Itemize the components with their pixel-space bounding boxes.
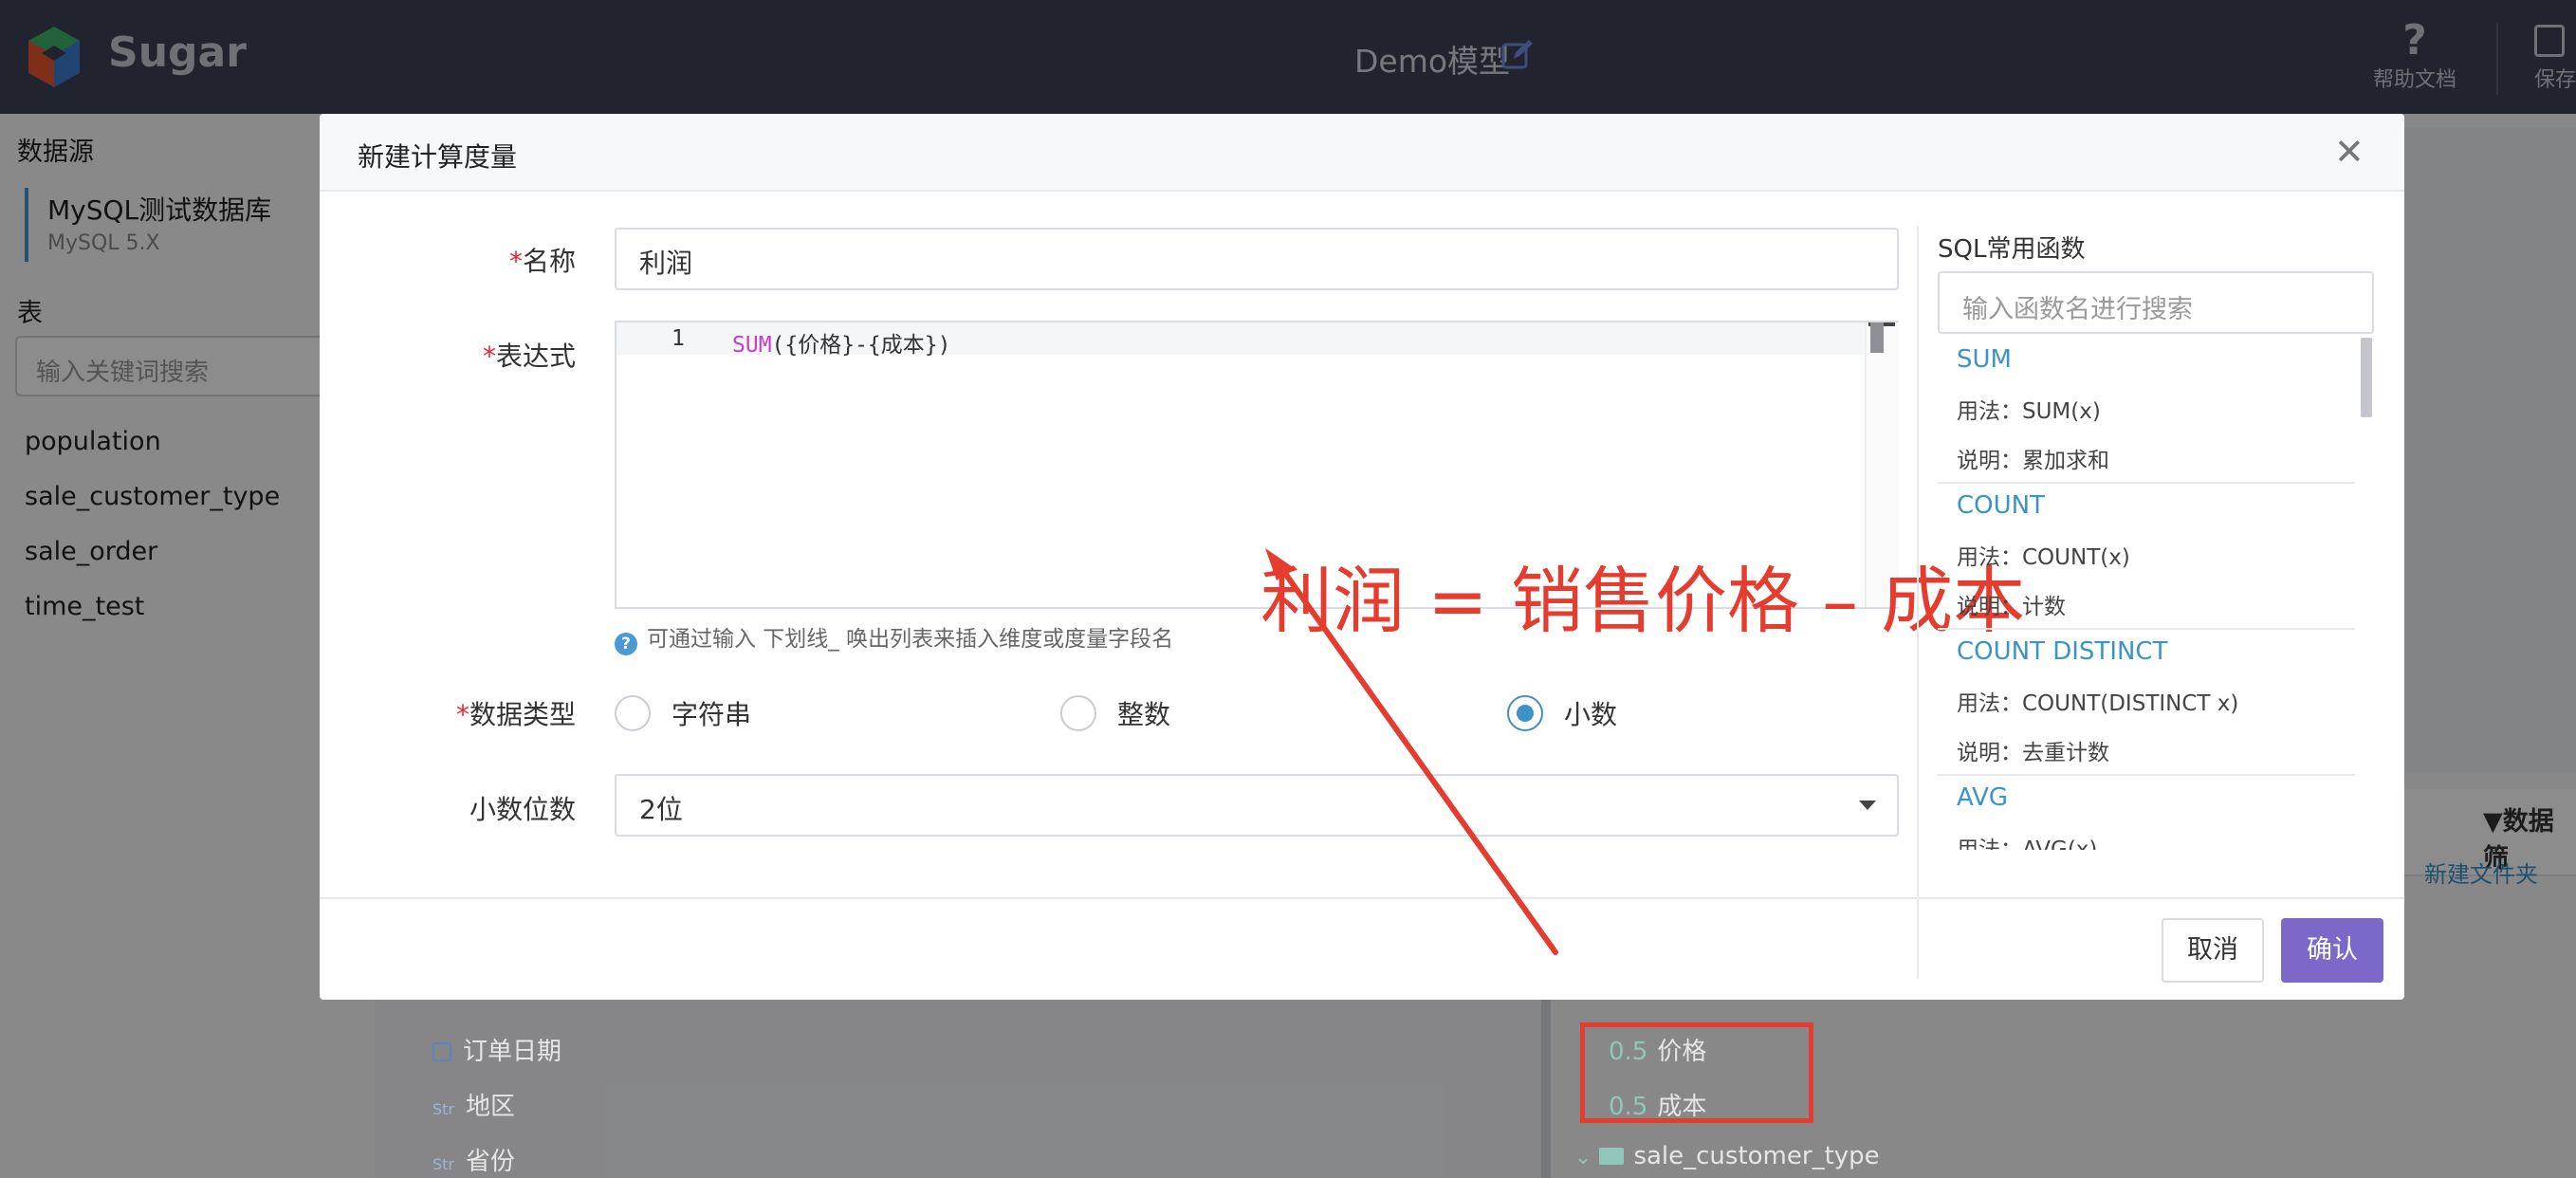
name-label-text: 名称 bbox=[522, 246, 576, 277]
close-icon[interactable]: ✕ bbox=[2334, 133, 2364, 171]
function-name: AVG bbox=[1957, 783, 2009, 812]
decimals-value: 2位 bbox=[639, 794, 683, 825]
dialog-column-divider bbox=[1917, 226, 1919, 979]
field-name: 省份 bbox=[466, 1148, 516, 1176]
field-name: 地区 bbox=[466, 1093, 516, 1121]
function-list[interactable]: SUM 用法：SUM(x) 说明：累加求和 COUNT 用法：COUNT(x) … bbox=[1938, 338, 2378, 850]
hint-text: 可通过输入 下划线_ 唤出列表来插入维度或度量字段名 bbox=[647, 627, 1174, 652]
chevron-down-icon: ⌄ bbox=[1574, 1146, 1592, 1169]
function-name: COUNT bbox=[1957, 491, 2045, 520]
function-desc: 说明：累加求和 bbox=[1957, 449, 2109, 473]
confirm-button[interactable]: 确认 bbox=[2281, 918, 2383, 983]
radio-decimal[interactable]: 小数 bbox=[1507, 692, 1617, 734]
radio-integer[interactable]: 整数 bbox=[1060, 692, 1170, 734]
folder-item[interactable]: ⌄ sale_customer_type bbox=[1574, 1142, 1880, 1170]
function-item[interactable]: COUNT DISTINCT 用法：COUNT(DISTINCT x) 说明：去… bbox=[1938, 630, 2355, 776]
name-label: *名称 bbox=[367, 241, 576, 279]
data-type-label-text: 数据类型 bbox=[469, 699, 576, 730]
code-args: ({价格}-{成本}) bbox=[771, 333, 951, 358]
expression-hint: ? 可通过输入 下划线_ 唤出列表来插入维度或度量字段名 bbox=[615, 620, 1173, 655]
decimals-label: 小数位数 bbox=[469, 794, 576, 825]
function-name: COUNT DISTINCT bbox=[1957, 637, 2168, 666]
required-mark: * bbox=[482, 341, 496, 372]
required-mark: * bbox=[455, 699, 469, 730]
cancel-button[interactable]: 取消 bbox=[2162, 918, 2264, 983]
radio-label: 整数 bbox=[1117, 699, 1171, 730]
field-item[interactable]: Str 地区 bbox=[432, 1087, 515, 1122]
function-desc: 说明：计数 bbox=[1957, 595, 2066, 619]
radio-circle[interactable] bbox=[615, 695, 651, 731]
radio-circle[interactable] bbox=[1060, 695, 1096, 731]
function-usage: 用法：COUNT(x) bbox=[1957, 545, 2130, 570]
field-name: 订单日期 bbox=[463, 1038, 562, 1066]
dialog-footer-divider bbox=[320, 897, 2404, 899]
required-mark: * bbox=[508, 246, 523, 277]
field-item[interactable]: 订单日期 bbox=[432, 1032, 561, 1067]
chevron-down-icon bbox=[1859, 801, 1876, 810]
function-desc: 说明：去重计数 bbox=[1957, 741, 2109, 765]
expression-code[interactable]: SUM({价格}-{成本}) bbox=[732, 326, 950, 359]
folder-icon bbox=[1599, 1148, 1625, 1165]
field-type-tag: Str bbox=[432, 1155, 455, 1173]
line-number: 1 bbox=[672, 326, 685, 351]
function-usage: 用法：COUNT(DISTINCT x) bbox=[1957, 691, 2239, 716]
calendar-icon bbox=[432, 1042, 451, 1061]
radio-label: 字符串 bbox=[672, 699, 752, 730]
dialog-title: 新建计算度量 bbox=[358, 141, 518, 173]
sql-functions-title: SQL常用函数 bbox=[1938, 235, 2086, 264]
data-type-label: *数据类型 bbox=[367, 694, 576, 732]
function-list-scrollbar[interactable] bbox=[2361, 338, 2372, 417]
expression-label-text: 表达式 bbox=[495, 341, 576, 372]
function-search-input[interactable]: 输入函数名进行搜索 bbox=[1938, 271, 2374, 334]
folder-name: sale_customer_type bbox=[1633, 1142, 1880, 1170]
radio-string[interactable]: 字符串 bbox=[615, 692, 751, 734]
info-icon: ? bbox=[615, 633, 637, 655]
function-usage: 用法：AVG(x) bbox=[1957, 837, 2098, 850]
function-item[interactable]: SUM 用法：SUM(x) 说明：累加求和 bbox=[1938, 338, 2355, 484]
dialog-header: 新建计算度量 ✕ bbox=[320, 114, 2404, 192]
code-function: SUM bbox=[732, 333, 772, 358]
highlight-box bbox=[1580, 1022, 1813, 1123]
expression-label: *表达式 bbox=[367, 336, 576, 374]
function-item[interactable]: COUNT 用法：COUNT(x) 说明：计数 bbox=[1938, 484, 2355, 630]
field-item[interactable]: Str 省份 bbox=[432, 1142, 515, 1177]
annotation-text: 利润 = 销售价格 – 成本 bbox=[1260, 559, 2026, 643]
radio-label: 小数 bbox=[1564, 699, 1618, 730]
field-type-tag: Str bbox=[432, 1100, 455, 1118]
decimals-select[interactable]: 2位 bbox=[615, 774, 1899, 837]
function-name: SUM bbox=[1957, 345, 2012, 374]
editor-scroll-thumb[interactable] bbox=[1870, 322, 1884, 353]
function-usage: 用法：SUM(x) bbox=[1957, 399, 2101, 424]
function-item[interactable]: AVG 用法：AVG(x) bbox=[1938, 776, 2355, 850]
radio-circle-selected[interactable] bbox=[1507, 695, 1543, 731]
name-input[interactable]: 利润 bbox=[615, 228, 1899, 290]
new-calculated-measure-dialog: 新建计算度量 ✕ *名称 利润 *表达式 1 SUM({价格}-{成本}) 利润… bbox=[320, 114, 2404, 1000]
